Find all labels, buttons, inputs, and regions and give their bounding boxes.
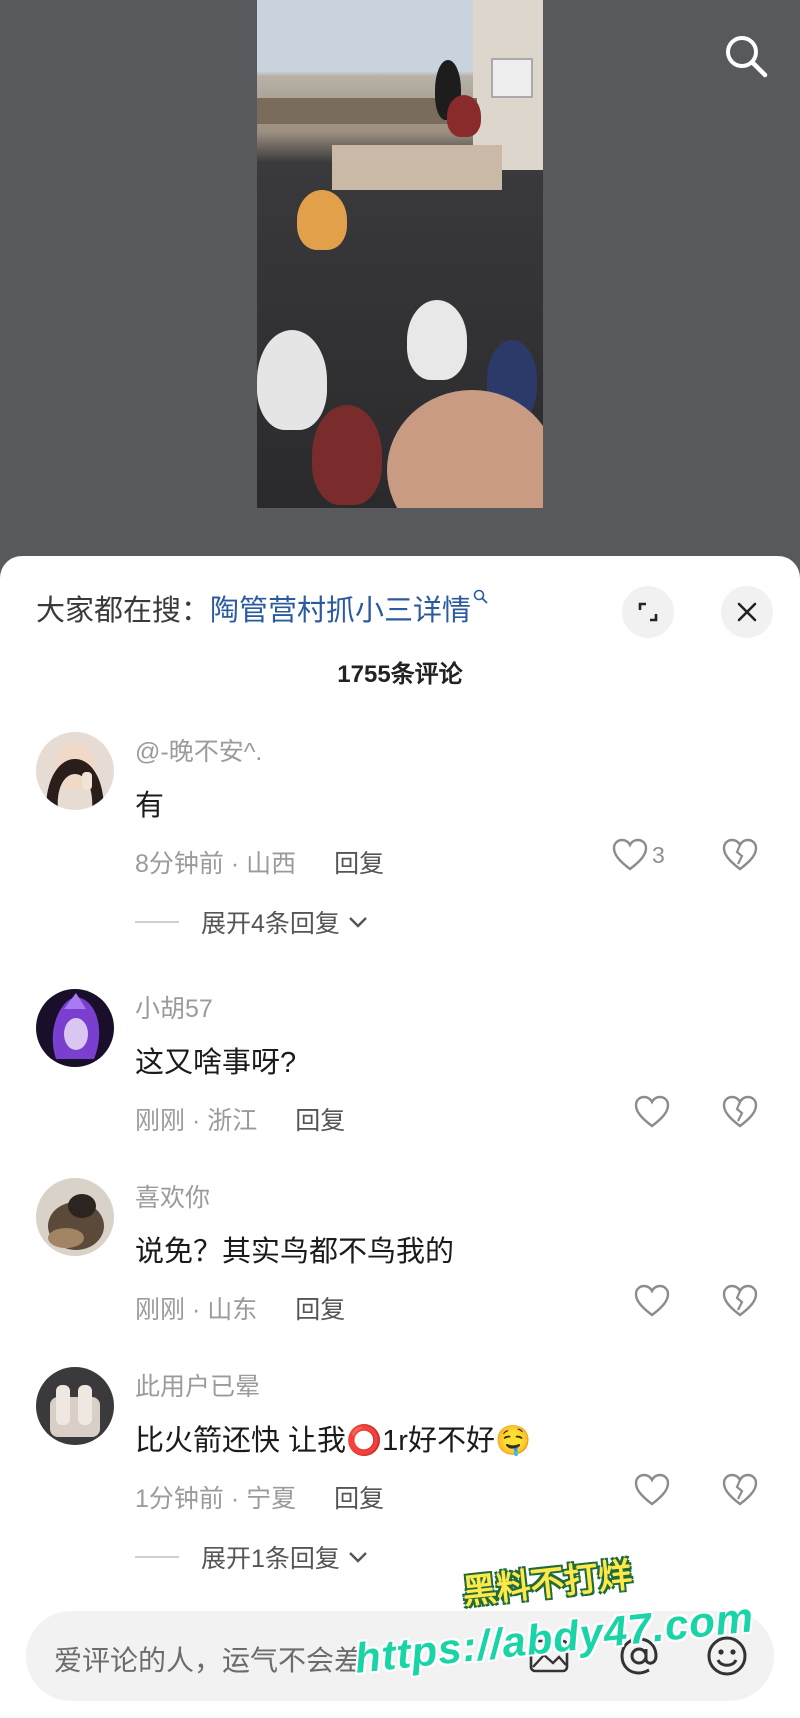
broken-heart-icon — [722, 1284, 758, 1317]
expand-sheet-button[interactable] — [622, 586, 674, 638]
like-button[interactable]: 3 — [612, 838, 665, 872]
comment-time-location: 刚刚 · 山东 — [135, 1296, 258, 1324]
comment-meta: 刚刚 · 浙江 回复 — [135, 1101, 345, 1137]
chevron-down-icon — [349, 1552, 367, 1563]
heart-icon — [634, 1284, 670, 1317]
comments-sheet: 大家都在搜： 陶管营村抓小三详情 1755条评论 @-晚不安^. 有 8分钟前 … — [0, 556, 800, 1718]
comment-meta: 1分钟前 · 宁夏 回复 — [135, 1479, 384, 1515]
like-button[interactable] — [634, 1473, 670, 1507]
expand-icon — [638, 602, 658, 622]
broken-heart-icon — [722, 1473, 758, 1506]
comment-text: 有 — [135, 790, 165, 822]
broken-heart-icon — [722, 838, 758, 871]
reply-button[interactable]: 回复 — [295, 1101, 345, 1137]
expand-divider — [135, 1556, 179, 1558]
heart-icon — [634, 1473, 670, 1506]
trending-prefix: 大家都在搜： — [36, 595, 211, 627]
comment-username[interactable]: 此用户已晕 — [135, 1367, 260, 1403]
reply-button[interactable]: 回复 — [334, 844, 384, 880]
dislike-button[interactable] — [722, 838, 758, 877]
close-sheet-button[interactable] — [721, 586, 773, 638]
video-person — [297, 190, 347, 250]
comment-username[interactable]: 小胡57 — [135, 989, 213, 1025]
magnifier-small-icon — [473, 589, 489, 610]
close-icon — [737, 602, 757, 622]
like-button[interactable] — [634, 1284, 670, 1318]
expand-divider — [135, 921, 179, 923]
like-button[interactable] — [634, 1095, 670, 1129]
like-count: 3 — [652, 841, 665, 868]
comment-username[interactable]: @-晚不安^. — [135, 732, 262, 768]
search-icon — [726, 36, 768, 78]
chevron-down-icon — [349, 917, 367, 928]
video-wall — [332, 145, 502, 190]
video-frame[interactable] — [257, 0, 543, 508]
comment-text: 比火箭还快 让我⭕1r好不好🤤 — [135, 1425, 532, 1457]
comment-meta: 8分钟前 · 山西 回复 — [135, 844, 384, 880]
comment-time-location: 8分钟前 · 山西 — [135, 850, 297, 878]
comment-text: 这又啥事呀? — [135, 1047, 297, 1079]
video-finger-blur — [387, 390, 543, 508]
comment-time-location: 1分钟前 · 宁夏 — [135, 1485, 297, 1513]
expand-replies-label: 展开4条回复 — [201, 910, 340, 938]
comment-time-location: 刚刚 · 浙江 — [135, 1107, 258, 1135]
trending-search-row[interactable]: 大家都在搜： 陶管营村抓小三详情 — [36, 586, 489, 630]
trending-topic-link[interactable]: 陶管营村抓小三详情 — [210, 587, 471, 629]
search-button[interactable] — [720, 30, 772, 82]
video-area[interactable] — [0, 0, 800, 560]
video-person — [257, 330, 327, 430]
expand-replies-button[interactable]: 展开4条回复 — [135, 904, 368, 940]
avatar[interactable] — [36, 989, 114, 1067]
comment-text: 说免？其实鸟都不鸟我的 — [135, 1236, 455, 1268]
video-person — [407, 300, 467, 380]
expand-replies-label: 展开1条回复 — [201, 1545, 340, 1573]
comment-input-placeholder[interactable]: 爱评论的人，运气不会差 — [54, 1639, 362, 1679]
expand-replies-button[interactable]: 展开1条回复 — [135, 1539, 368, 1575]
comment-meta: 刚刚 · 山东 回复 — [135, 1290, 345, 1326]
video-person — [312, 405, 382, 505]
avatar[interactable] — [36, 1178, 114, 1256]
avatar[interactable] — [36, 732, 114, 810]
heart-icon — [634, 1095, 670, 1128]
comment-username[interactable]: 喜欢你 — [135, 1178, 210, 1214]
dislike-button[interactable] — [722, 1473, 758, 1512]
reply-button[interactable]: 回复 — [334, 1479, 384, 1515]
reply-button[interactable]: 回复 — [295, 1290, 345, 1326]
comment-count: 1755条评论 — [337, 661, 463, 688]
video-ac-unit — [491, 58, 533, 98]
broken-heart-icon — [722, 1095, 758, 1128]
avatar[interactable] — [36, 1367, 114, 1445]
dislike-button[interactable] — [722, 1095, 758, 1134]
video-person — [447, 95, 481, 137]
dislike-button[interactable] — [722, 1284, 758, 1323]
heart-icon — [612, 838, 648, 871]
